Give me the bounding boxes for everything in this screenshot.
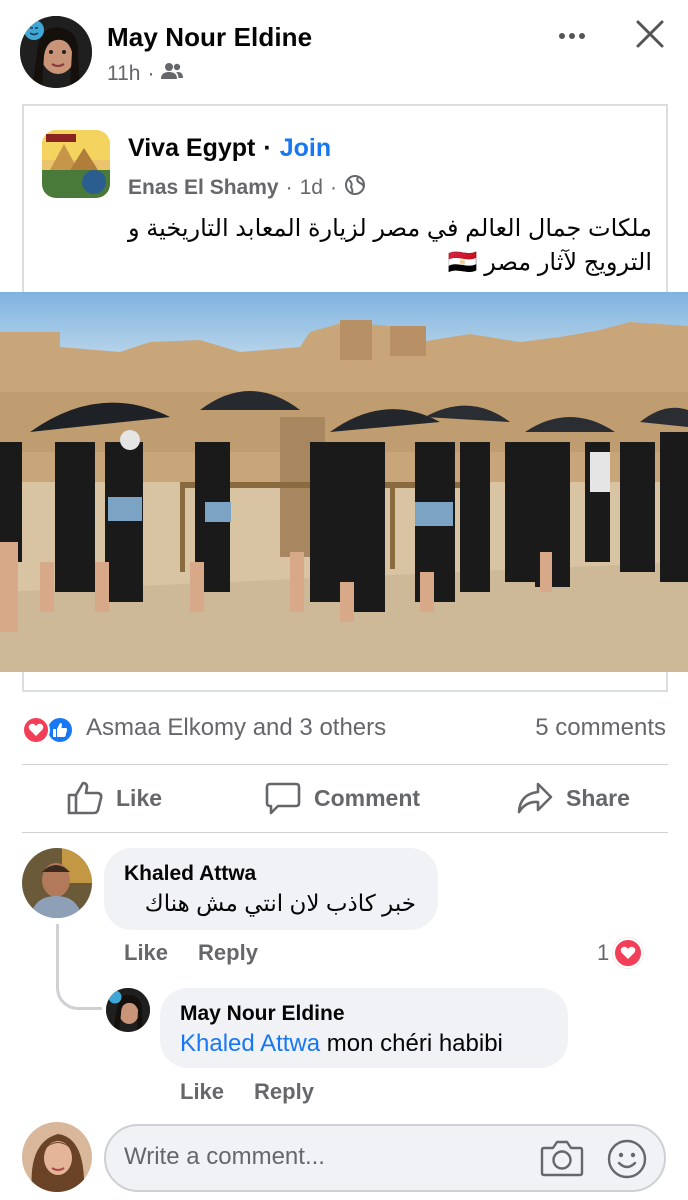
reply-thread-line — [56, 924, 102, 1010]
like-icon — [46, 716, 74, 744]
dot — [579, 33, 585, 39]
more-options-button[interactable] — [552, 22, 592, 50]
close-icon — [636, 20, 664, 48]
post-photo[interactable] — [0, 292, 688, 672]
comments-count[interactable]: 5 comments — [535, 714, 666, 742]
post-text: ملكات جمال العالم في مصر لزيارة المعابد … — [84, 212, 652, 280]
reply-text-line: Khaled Attwa mon chéri habibi — [180, 1030, 503, 1058]
comment-reaction-count: 1 — [597, 940, 610, 965]
post-meta: 11h · — [107, 62, 184, 86]
divider — [22, 764, 668, 765]
reply-actions: Like Reply — [180, 1079, 314, 1105]
reaction-icons — [22, 716, 78, 744]
love-icon — [613, 938, 644, 968]
post-text-line-1: ملكات جمال العالم في مصر لزيارة المعابد … — [127, 215, 652, 242]
reply-author-avatar[interactable] — [106, 988, 150, 1032]
meta-separator: · — [147, 62, 155, 85]
close-button[interactable] — [628, 12, 672, 56]
author-avatar[interactable] — [20, 16, 92, 88]
comment-composer[interactable] — [104, 1124, 666, 1192]
separator: · — [285, 176, 293, 199]
post-text-line-2: الترويج لآثار مصر 🇪🇬 — [447, 249, 652, 276]
globe-icon — [344, 174, 366, 202]
share-button[interactable]: Share — [516, 776, 630, 820]
comment-label: Comment — [314, 784, 421, 811]
reply-reply-button[interactable]: Reply — [254, 1079, 314, 1105]
like-label: Like — [116, 784, 163, 811]
group-avatar[interactable] — [42, 130, 110, 198]
reply-bubble[interactable]: May Nour Eldine Khaled Attwa mon chéri h… — [160, 988, 568, 1068]
dot — [569, 33, 575, 39]
shared-meta: Enas El Shamy · 1d · — [128, 174, 366, 202]
thumbs-up-icon — [67, 781, 103, 815]
comment-like-button[interactable]: Like — [124, 940, 168, 966]
action-bar: Like Comment Share — [0, 766, 688, 832]
share-label: Share — [566, 784, 630, 811]
comment-reactions[interactable]: 1 — [597, 938, 644, 968]
divider — [22, 832, 668, 833]
emoji-icon[interactable] — [606, 1138, 648, 1180]
love-icon — [22, 716, 50, 744]
poster-name[interactable]: Enas El Shamy — [128, 176, 279, 200]
like-button[interactable]: Like — [66, 776, 162, 820]
comment-author[interactable]: Khaled Attwa — [124, 862, 256, 886]
group-name[interactable]: Viva Egypt — [128, 134, 255, 163]
reply-text: mon chéri habibi — [326, 1030, 503, 1057]
comment-input[interactable] — [124, 1143, 524, 1171]
comment-button[interactable]: Comment — [264, 776, 420, 820]
friends-icon — [161, 62, 184, 86]
reactions-summary[interactable]: Asmaa Elkomy and 3 others 5 comments — [0, 708, 688, 750]
mention-link[interactable]: Khaled Attwa — [180, 1030, 320, 1057]
camera-icon[interactable] — [540, 1138, 584, 1178]
comment-bubble[interactable]: Khaled Attwa خبر كاذب لان انتي مش هناك — [104, 848, 438, 930]
post-header: May Nour Eldine 11h · — [0, 0, 688, 100]
reactors-summary[interactable]: Asmaa Elkomy and 3 others — [86, 714, 386, 742]
group-line: Viva Egypt · Join — [128, 134, 331, 163]
separator: · — [329, 176, 337, 199]
comment-actions: Like Reply — [124, 940, 258, 966]
separator: · — [263, 134, 272, 162]
shared-time[interactable]: 1d — [300, 176, 323, 200]
dot — [559, 33, 565, 39]
reply-like-button[interactable]: Like — [180, 1079, 224, 1105]
join-button[interactable]: Join — [280, 134, 331, 163]
reply-author[interactable]: May Nour Eldine — [180, 1002, 345, 1026]
author-name[interactable]: May Nour Eldine — [107, 22, 312, 53]
share-arrow-icon — [517, 782, 553, 814]
commenter-avatar[interactable] — [22, 848, 92, 918]
comment-text: خبر كاذب لان انتي مش هناك — [144, 890, 416, 916]
comment-reply-button[interactable]: Reply — [198, 940, 258, 966]
current-user-avatar[interactable] — [22, 1122, 92, 1192]
post-time[interactable]: 11h — [107, 62, 140, 86]
comment-bubble-icon — [265, 782, 301, 815]
